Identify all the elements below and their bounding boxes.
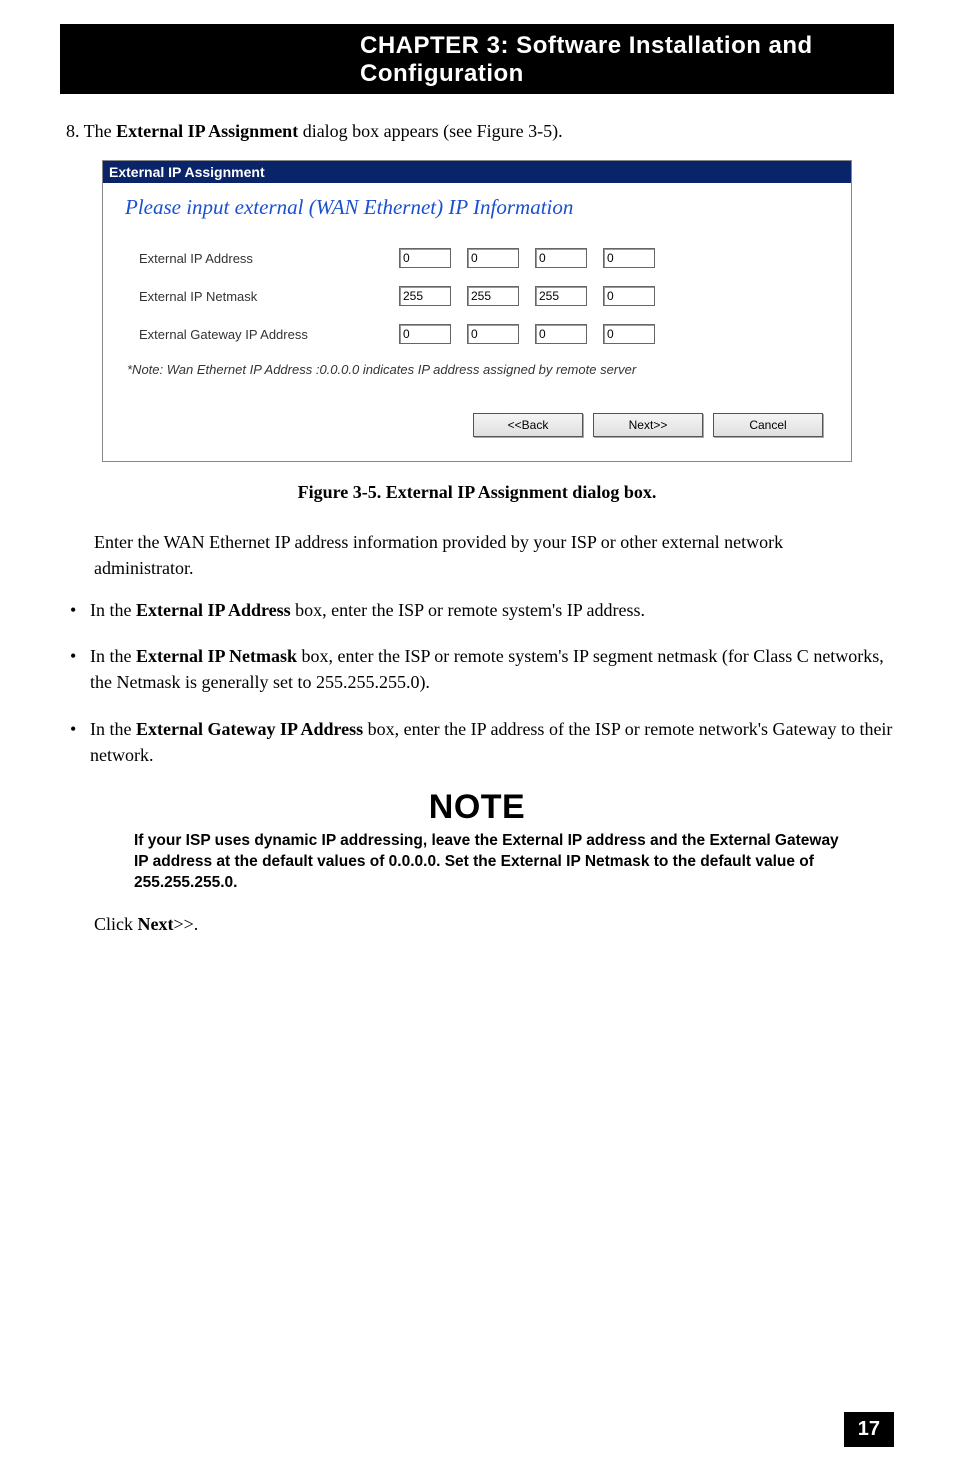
label-external-ip-address: External IP Address (139, 251, 399, 266)
external-ip-octet-1[interactable] (399, 248, 451, 268)
cancel-button[interactable]: Cancel (713, 413, 823, 437)
bullet-list: In the External IP Address box, enter th… (60, 597, 894, 767)
step-8-text: 8. The External IP Assignment dialog box… (60, 118, 894, 144)
external-netmask-octet-2[interactable] (467, 286, 519, 306)
external-ip-octet-3[interactable] (535, 248, 587, 268)
external-netmask-octet-1[interactable] (399, 286, 451, 306)
chapter-header-bar: CHAPTER 3: Software Installation and Con… (60, 24, 894, 94)
closing-pre: Click (94, 914, 138, 934)
bullet-3-bold: External Gateway IP Address (136, 719, 363, 739)
next-button[interactable]: Next>> (593, 413, 703, 437)
page: CHAPTER 3: Software Installation and Con… (0, 0, 954, 1475)
dialog-titlebar: External IP Assignment (103, 161, 851, 183)
external-gateway-octet-4[interactable] (603, 324, 655, 344)
external-netmask-octet-4[interactable] (603, 286, 655, 306)
step-8-num: 8. The (66, 121, 116, 141)
bullet-3-pre: In the (90, 719, 136, 739)
label-external-gateway-ip: External Gateway IP Address (139, 327, 399, 342)
label-external-ip-netmask: External IP Netmask (139, 289, 399, 304)
external-ip-octet-4[interactable] (603, 248, 655, 268)
row-external-gateway-ip: External Gateway IP Address (139, 324, 833, 344)
closing-bold: Next (138, 914, 174, 934)
closing-line: Click Next>>. (94, 914, 894, 935)
note-heading: NOTE (60, 788, 894, 827)
external-netmask-octet-3[interactable] (535, 286, 587, 306)
dialog-footnote: *Note: Wan Ethernet IP Address :0.0.0.0 … (127, 362, 833, 377)
bullet-3: In the External Gateway IP Address box, … (66, 716, 894, 768)
back-button[interactable]: <<Back (473, 413, 583, 437)
chapter-header-text: CHAPTER 3: Software Installation and Con… (360, 32, 813, 87)
external-ip-assignment-dialog: External IP Assignment Please input exte… (102, 160, 852, 462)
intro-paragraph: Enter the WAN Ethernet IP address inform… (94, 529, 874, 581)
bullet-1: In the External IP Address box, enter th… (66, 597, 894, 623)
row-external-ip-netmask: External IP Netmask (139, 286, 833, 306)
dialog-body: Please input external (WAN Ethernet) IP … (103, 183, 851, 461)
row-external-ip-address: External IP Address (139, 248, 833, 268)
external-gateway-octet-3[interactable] (535, 324, 587, 344)
page-number: 17 (844, 1412, 894, 1447)
bullet-1-bold: External IP Address (136, 600, 291, 620)
bullet-1-pre: In the (90, 600, 136, 620)
external-ip-octet-2[interactable] (467, 248, 519, 268)
dialog-heading: Please input external (WAN Ethernet) IP … (125, 195, 833, 220)
dialog-button-row: <<Back Next>> Cancel (121, 407, 833, 443)
external-gateway-octet-2[interactable] (467, 324, 519, 344)
step-8-bold: External IP Assignment (116, 121, 298, 141)
note-body: If your ISP uses dynamic IP addressing, … (134, 831, 850, 894)
bullet-2: In the External IP Netmask box, enter th… (66, 643, 894, 695)
external-gateway-octet-1[interactable] (399, 324, 451, 344)
bullet-2-bold: External IP Netmask (136, 646, 297, 666)
step-8-rest: dialog box appears (see Figure 3-5). (298, 121, 562, 141)
figure-caption: Figure 3-5. External IP Assignment dialo… (60, 482, 894, 503)
bullet-2-pre: In the (90, 646, 136, 666)
bullet-1-post: box, enter the ISP or remote system's IP… (291, 600, 645, 620)
closing-post: >>. (173, 914, 198, 934)
